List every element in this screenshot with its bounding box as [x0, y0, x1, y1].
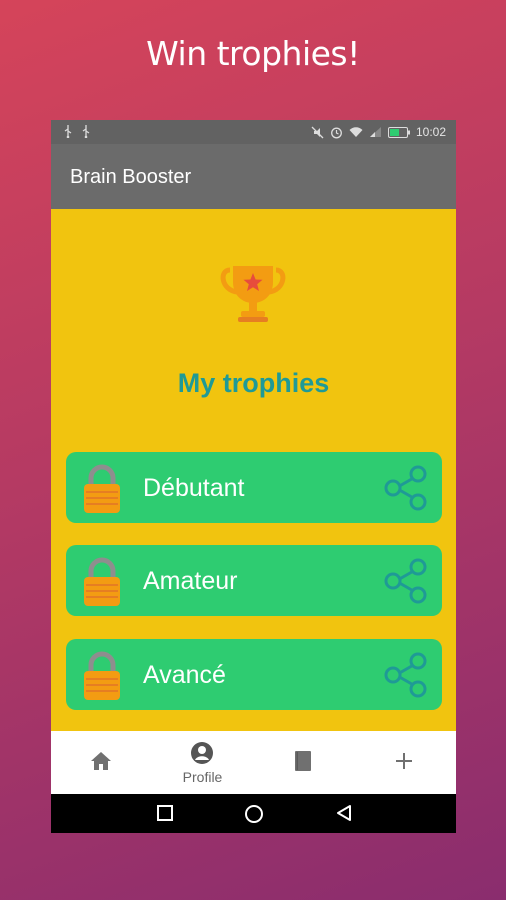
usb-icon [81, 125, 91, 138]
status-bar: 10:02 [51, 120, 456, 144]
home-icon [89, 749, 113, 778]
profile-icon [190, 741, 214, 770]
book-icon [291, 749, 315, 778]
battery-icon [387, 126, 410, 138]
app-bar: Brain Booster [51, 144, 456, 209]
back-icon[interactable] [335, 804, 353, 827]
signal-icon [369, 126, 382, 138]
share-icon[interactable] [382, 651, 430, 699]
mute-icon [311, 126, 324, 139]
nav-add[interactable] [354, 731, 455, 794]
nav-profile[interactable]: Profile [152, 731, 253, 794]
section-title: My trophies [177, 368, 330, 398]
app-title: Brain Booster [70, 166, 192, 188]
status-time: 10:02 [415, 125, 446, 139]
phone-screen: 10:02 Brain Booster My trophies Débutant [51, 120, 456, 833]
trophy-row-debutant[interactable]: Débutant [66, 452, 442, 523]
promo-title: Win trophies! [146, 34, 360, 73]
trophy-row-amateur[interactable]: Amateur [66, 545, 442, 616]
alarm-icon [330, 126, 343, 139]
plus-icon [392, 749, 416, 778]
share-icon[interactable] [382, 557, 430, 605]
nav-profile-label: Profile [182, 769, 223, 785]
trophy-label: Avancé [143, 661, 226, 689]
recents-icon[interactable] [156, 804, 174, 827]
nav-home[interactable] [51, 731, 152, 794]
trophy-label: Débutant [143, 474, 245, 502]
share-icon[interactable] [382, 464, 430, 512]
trophy-label: Amateur [143, 567, 238, 595]
home-button-icon[interactable] [244, 804, 264, 829]
lock-icon [82, 464, 122, 514]
lock-icon [82, 651, 122, 701]
bottom-nav: Profile [51, 731, 456, 794]
lock-icon [82, 557, 122, 607]
trophy-row-avance[interactable]: Avancé [66, 639, 442, 710]
usb-icon [63, 125, 73, 138]
system-nav-bar [51, 794, 456, 833]
trophy-icon [217, 256, 289, 328]
nav-book[interactable] [253, 731, 354, 794]
wifi-icon [349, 126, 363, 138]
